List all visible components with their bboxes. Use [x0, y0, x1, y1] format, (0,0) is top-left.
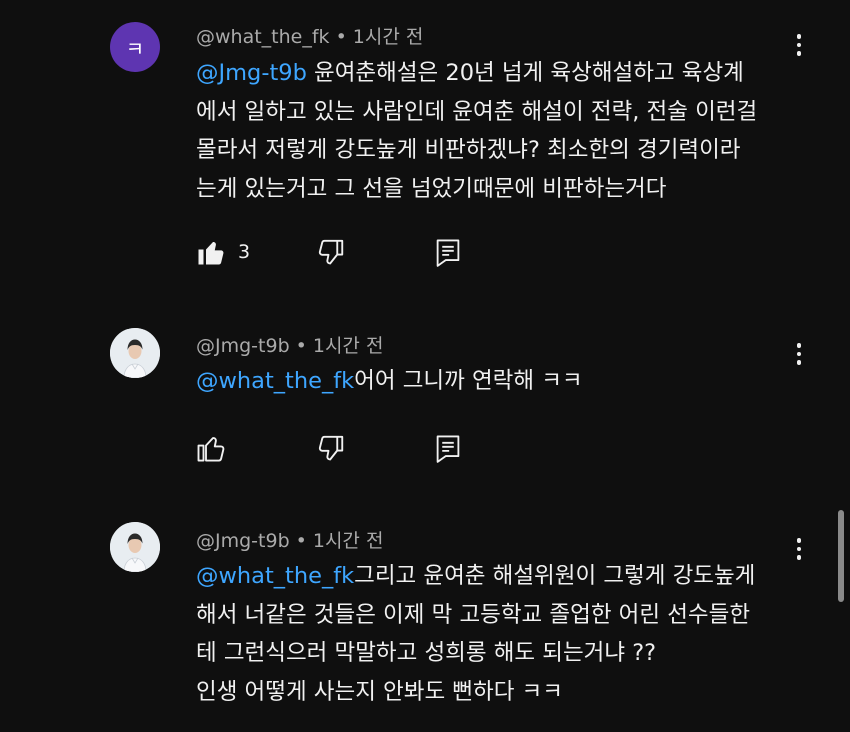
- thumbs-up-icon: [197, 437, 225, 462]
- avatar-photo: [110, 328, 160, 378]
- comment-line: 에서 일하고 있는 사람인데 윤여춘 해설이 전략, 전술 이런걸: [196, 98, 758, 125]
- comment-line: 테 그런식으러 막말하고 성희롱 해도 되는거냐 ??: [196, 640, 657, 666]
- comment-line-text: 그리고 윤여춘 해설위원이 그렇게 강도높게: [354, 563, 756, 589]
- avatar[interactable]: [110, 328, 160, 378]
- comment-meta: @what_the_fk • 1시간 전: [196, 22, 423, 49]
- comment-meta: @Jmg-t9b • 1시간 전: [196, 331, 383, 358]
- reply-button[interactable]: [434, 433, 462, 463]
- like-button[interactable]: 3: [196, 237, 316, 267]
- thumbs-down-icon: [318, 435, 344, 461]
- like-count: 3: [238, 241, 251, 263]
- comment-line: 인생 어떻게 사는지 안봐도 뻔하다 ㅋㅋ: [196, 678, 563, 705]
- mention-link[interactable]: @Jmg-t9b: [196, 60, 307, 86]
- meta-separator: •: [295, 530, 307, 552]
- timestamp[interactable]: 1시간 전: [353, 26, 424, 48]
- reply-button[interactable]: [434, 237, 462, 267]
- comment-actions: 3: [196, 234, 462, 270]
- avatar-letter: ㅋ: [125, 36, 145, 61]
- more-vert-icon: [796, 34, 802, 39]
- comment-text: @what_the_fk어어 그니까 연락해 ㅋㅋ: [196, 362, 796, 401]
- comment-line: @what_the_fk어어 그니까 연락해 ㅋㅋ: [196, 362, 796, 401]
- thumbs-down-icon: [318, 239, 344, 265]
- reply-comment-icon: [436, 239, 460, 267]
- timestamp[interactable]: 1시간 전: [313, 530, 384, 552]
- comment-line: @what_the_fk그리고 윤여춘 해설위원이 그렇게 강도높게: [196, 557, 796, 596]
- mention-link[interactable]: @what_the_fk: [196, 368, 354, 394]
- more-vert-icon: [796, 538, 802, 543]
- like-button[interactable]: [196, 433, 316, 463]
- comment-actions: [196, 430, 462, 466]
- dislike-button[interactable]: [316, 433, 434, 463]
- thumbs-up-icon: [198, 242, 224, 265]
- dislike-button[interactable]: [316, 237, 434, 267]
- timestamp[interactable]: 1시간 전: [313, 335, 384, 357]
- meta-separator: •: [295, 335, 307, 357]
- more-vert-icon: [796, 343, 802, 348]
- more-vert-icon-dot: [796, 360, 802, 365]
- comment-line: 는게 있는거고 그 선을 넘었기때문에 비판하는거다: [196, 175, 667, 202]
- avatar[interactable]: [110, 522, 160, 572]
- more-vert-icon-dot: [796, 42, 802, 48]
- more-vert-icon-dot: [796, 351, 802, 357]
- mention-link[interactable]: @what_the_fk: [196, 563, 354, 589]
- author-name[interactable]: @what_the_fk: [196, 26, 330, 48]
- comment-line: @Jmg-t9b 윤여춘해설은 20년 넘게 육상해설하고 육상계: [196, 54, 796, 93]
- comment-line: 해서 너같은 것들은 이제 막 고등학교 졸업한 어린 선수들한: [196, 601, 751, 628]
- avatar-photo: [110, 522, 160, 572]
- more-vert-icon-dot: [796, 51, 802, 56]
- author-name[interactable]: @Jmg-t9b: [196, 335, 290, 357]
- comment-text: @Jmg-t9b 윤여춘해설은 20년 넘게 육상해설하고 육상계 에서 일하고…: [196, 54, 796, 208]
- reply-comment-icon: [436, 435, 460, 463]
- more-vert-icon-dot: [796, 546, 802, 552]
- author-name[interactable]: @Jmg-t9b: [196, 530, 290, 552]
- comment-line-text: 어어 그니까 연락해 ㅋㅋ: [354, 368, 583, 394]
- scrollbar-thumb[interactable]: [838, 510, 844, 602]
- more-vert-icon-dot: [796, 555, 802, 560]
- comment-meta: @Jmg-t9b • 1시간 전: [196, 526, 383, 553]
- avatar[interactable]: ㅋ: [110, 22, 160, 72]
- meta-separator: •: [335, 26, 347, 48]
- comment-text: @what_the_fk그리고 윤여춘 해설위원이 그렇게 강도높게 해서 너같…: [196, 557, 796, 711]
- comment-line: 몰라서 저렇게 강도높게 비판하겠냐? 최소한의 경기력이라: [196, 137, 741, 163]
- comment-line-text: 윤여춘해설은 20년 넘게 육상해설하고 육상계: [306, 60, 744, 86]
